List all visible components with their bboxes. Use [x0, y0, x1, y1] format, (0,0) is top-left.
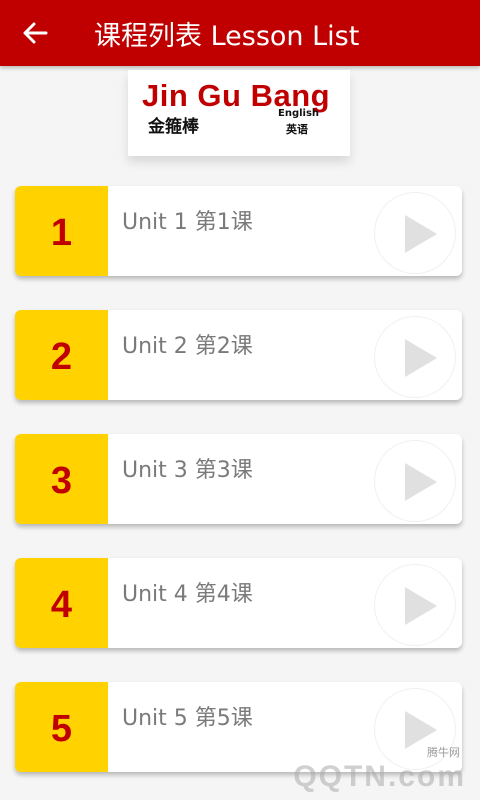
lesson-number: 4 [15, 558, 108, 648]
play-button[interactable] [374, 440, 456, 522]
play-icon [405, 215, 437, 253]
logo-yingyu-text: 英语 [286, 123, 308, 136]
play-button[interactable] [374, 192, 456, 274]
lesson-label: Unit 5 第5课 [122, 706, 253, 731]
logo-chinese-text: 金箍棒 [148, 117, 199, 137]
lesson-label: Unit 1 第1课 [122, 210, 253, 235]
lesson-number: 5 [15, 682, 108, 772]
play-icon [405, 587, 437, 625]
play-icon [405, 463, 437, 501]
lesson-label: Unit 3 第3课 [122, 458, 253, 483]
lesson-number: 3 [15, 434, 108, 524]
logo-english-text: English [278, 108, 320, 119]
brand-logo: Jin Gu Bang 金箍棒 English 英语 [128, 70, 350, 156]
lesson-card-3[interactable]: 3 Unit 3 第3课 [15, 434, 462, 524]
lesson-card-1[interactable]: 1 Unit 1 第1课 [15, 186, 462, 276]
app-bar: 课程列表 Lesson List [0, 0, 480, 66]
back-button[interactable] [0, 0, 70, 66]
watermark-small-text: 腾牛网 [427, 746, 460, 759]
lesson-number: 2 [15, 310, 108, 400]
arrow-left-icon [23, 22, 48, 44]
play-button[interactable] [374, 564, 456, 646]
lesson-label: Unit 2 第2课 [122, 334, 253, 359]
watermark-text: QQTN.com [293, 760, 466, 793]
lesson-label: Unit 4 第4课 [122, 582, 253, 607]
lesson-card-4[interactable]: 4 Unit 4 第4课 [15, 558, 462, 648]
lesson-number: 1 [15, 186, 108, 276]
lesson-card-2[interactable]: 2 Unit 2 第2课 [15, 310, 462, 400]
play-button[interactable] [374, 316, 456, 398]
page-title: 课程列表 Lesson List [94, 20, 360, 52]
watermark: 腾牛网 QQTN.com [264, 746, 474, 796]
play-icon [405, 339, 437, 377]
